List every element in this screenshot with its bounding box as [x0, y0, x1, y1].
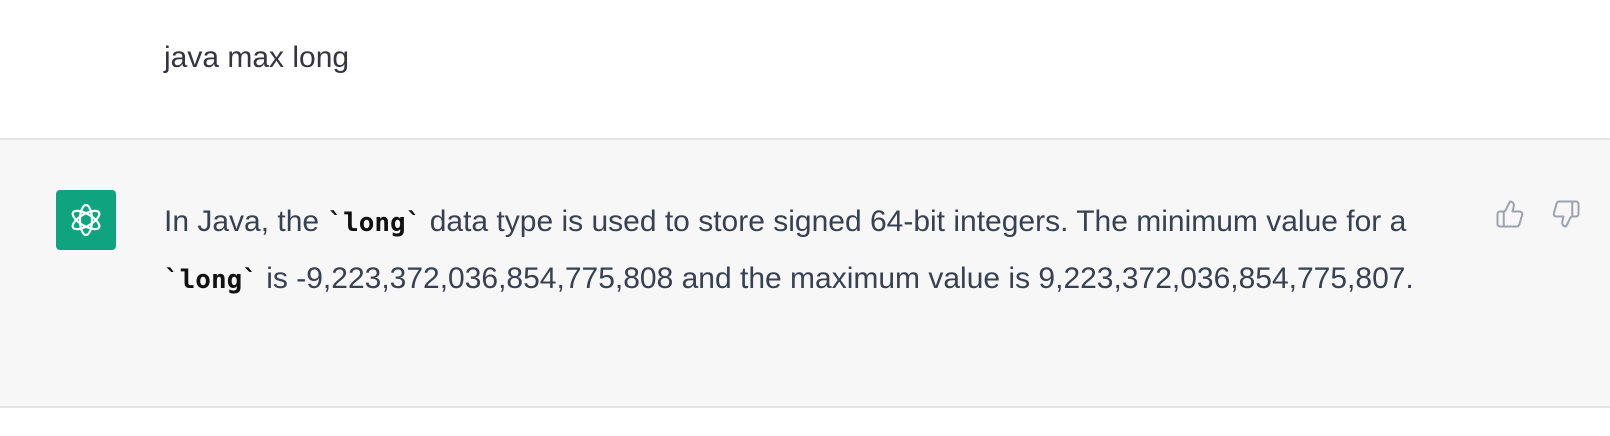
assistant-avatar [56, 190, 116, 250]
thumbs-up-icon [1496, 200, 1524, 228]
answer-text-1: In Java, the [164, 205, 328, 238]
thread-bottom [0, 408, 1610, 436]
answer-text-3: is -9,223,372,036,854,775,808 and the ma… [257, 262, 1414, 295]
thumbs-down-button[interactable] [1548, 196, 1584, 232]
assistant-message: In Java, the `long` data type is used to… [0, 140, 1610, 408]
thumbs-down-icon [1552, 200, 1580, 228]
openai-logo-icon [71, 203, 101, 237]
user-message: java max long [0, 0, 1610, 140]
inline-code-long-2: `long` [164, 265, 258, 295]
user-message-text: java max long [164, 41, 350, 74]
assistant-message-text: In Java, the `long` data type is used to… [164, 194, 1464, 308]
answer-text-2: data type is used to store signed 64-bit… [421, 205, 1407, 238]
chat-thread: java max long In Java, the `long` data t… [0, 0, 1610, 436]
thumbs-up-button[interactable] [1492, 196, 1528, 232]
inline-code-long: `long` [327, 208, 422, 238]
